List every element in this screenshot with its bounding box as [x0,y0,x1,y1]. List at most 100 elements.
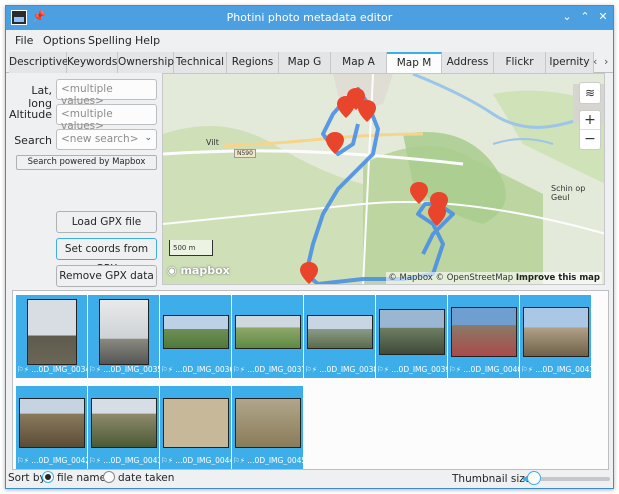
close-icon[interactable]: ✕ [595,9,611,25]
thumbnail-photo [306,298,373,365]
thumbnail-caption: ⚐⚡ ...0D_IMG_0035 [89,365,159,374]
load-gpx-button[interactable]: Load GPX file [56,211,157,233]
tab-technical[interactable]: Technical [174,52,227,73]
thumbnail-caption: ⚐⚡ ...0D_IMG_0039 [377,365,447,374]
altitude-input[interactable]: <multiple values> [56,104,157,132]
tab-bar: Descriptive Keywords Ownership Technical… [6,51,613,74]
thumbnail-item[interactable]: ⚐⚡ ...0D_IMG_0039 [376,295,447,378]
flag-icon: ⚐⚡ [89,365,101,374]
thumbnail-photo [90,389,157,456]
chevron-down-icon[interactable]: ⌄ [144,133,152,143]
maximize-icon[interactable]: ⌃ [577,9,593,25]
thumbnail-caption: ⚐⚡ ...0D_IMG_0037 [233,365,303,374]
flag-icon: ⚐⚡ [89,456,101,465]
tab-scroll-right-icon[interactable]: › [604,55,608,68]
thumbnail-item[interactable]: ⚐⚡ ...0D_IMG_0038 [304,295,375,378]
thumbnail-area[interactable]: ⚐⚡ ...0D_IMG_0034 ⚐⚡ ...0D_IMG_0035 ⚐⚡ ...… [12,290,609,470]
menu-bar: File Options Spelling Help [6,30,613,51]
zoom-out-button[interactable]: − [580,130,600,149]
menu-options[interactable]: Options [43,34,85,47]
tab-ownership[interactable]: Ownership [118,52,174,73]
photo-image [522,306,589,357]
thumbnail-item[interactable]: ⚐⚡ ...0D_IMG_0040 [448,295,519,378]
thumbnail-item[interactable]: ⚐⚡ ...0D_IMG_0043 [88,386,159,469]
menu-file[interactable]: File [15,34,33,47]
thumbnail-photo [378,298,445,365]
thumbnail-item[interactable]: ⚐⚡ ...0D_IMG_0041 [520,295,591,378]
map-label-road: N590 [234,149,256,158]
flag-icon: ⚐⚡ [233,365,245,374]
map-attribution: © Mapbox © OpenStreetMap Improve this ma… [386,272,602,284]
sort-file-name-radio[interactable] [42,471,54,483]
thumbnail-item[interactable]: ⚐⚡ ...0D_IMG_0036 [160,295,231,378]
flag-icon: ⚐⚡ [377,365,389,374]
search-powered-button[interactable]: Search powered by Mapbox [16,155,157,170]
menu-spelling[interactable]: Spelling [88,34,132,47]
thumbnail-item[interactable]: ⚐⚡ ...0D_IMG_0037 [232,295,303,378]
sort-by-label: Sort by [8,472,46,484]
flag-icon: ⚐⚡ [521,365,533,374]
search-input[interactable]: <new search> [61,133,139,145]
sort-file-name-label[interactable]: file name [57,472,106,484]
thumbnail-caption: ⚐⚡ ...0D_IMG_0040 [449,365,519,374]
map-scale: 500 m [169,240,213,256]
tab-regions[interactable]: Regions [227,52,279,73]
photo-image [306,314,373,349]
sort-date-taken-label[interactable]: date taken [118,472,174,484]
set-coords-gpx-button[interactable]: Set coords from GPX [56,238,157,275]
thumbnail-filename: ...0D_IMG_0043 [103,456,159,465]
slider-handle[interactable] [527,471,542,485]
remove-gpx-button[interactable]: Remove GPX data [56,265,157,287]
thumbnail-filename: ...0D_IMG_0034 [31,365,87,374]
thumbnail-caption: ⚐⚡ ...0D_IMG_0044 [161,456,231,465]
minimize-icon[interactable]: ⌄ [559,9,575,25]
thumbnail-filename: ...0D_IMG_0041 [535,365,591,374]
thumbnail-caption: ⚐⚡ ...0D_IMG_0036 [161,365,231,374]
flag-icon: ⚐⚡ [233,456,245,465]
menu-help[interactable]: Help [135,34,160,47]
latlong-input[interactable]: <multiple values> [56,79,157,107]
flag-icon: ⚐⚡ [161,456,173,465]
flag-icon: ⚐⚡ [17,456,29,465]
main-window: 📌 Photini photo metadata editor ⌄ ⌃ ✕ Fi… [5,5,614,489]
thumbnail-photo [162,298,229,365]
thumbnail-item[interactable]: ⚐⚡ ...0D_IMG_0035 [88,295,159,378]
tab-ipernity[interactable]: Ipernity [546,52,594,73]
thumbnail-item[interactable]: ⚐⚡ ...0D_IMG_0034 [16,295,87,378]
thumbnail-photo [162,389,229,456]
map-view[interactable]: Vilt N590 Schin op Geul ≋ + − 500 m ◉ ma… [162,73,605,285]
tab-address[interactable]: Address [442,52,494,73]
tab-keywords[interactable]: Keywords [67,52,118,73]
sort-date-taken-radio[interactable] [103,471,115,483]
location-panel: Lat, long <multiple values> Altitude <mu… [9,73,162,289]
tab-descriptive[interactable]: Descriptive [9,52,68,73]
flag-icon: ⚐⚡ [161,365,173,374]
search-combo[interactable]: <new search> ⌄ [56,129,157,150]
thumbnail-photo [90,298,157,365]
tab-scroll-left-icon[interactable]: ‹ [593,55,597,68]
improve-map-link[interactable]: Improve this map [516,273,600,283]
thumbnail-filename: ...0D_IMG_0037 [247,365,303,374]
thumbnail-photo [234,298,301,365]
thumbnail-filename: ...0D_IMG_0042 [31,456,87,465]
tab-map-m[interactable]: Map M [387,52,442,74]
photo-image [162,314,229,349]
thumbnail-photo [522,298,589,365]
zoom-in-button[interactable]: + [580,111,600,130]
thumbnail-caption: ⚐⚡ ...0D_IMG_0034 [17,365,87,374]
thumbnail-item[interactable]: ⚐⚡ ...0D_IMG_0044 [160,386,231,469]
window-title: Photini photo metadata editor [226,11,393,24]
tab-flickr[interactable]: Flickr [494,52,546,73]
photo-image [378,308,445,355]
thumbnail-filename: ...0D_IMG_0040 [463,365,519,374]
title-bar[interactable]: 📌 Photini photo metadata editor ⌄ ⌃ ✕ [6,6,613,30]
photo-image [26,298,77,365]
thumbnail-item[interactable]: ⚐⚡ ...0D_IMG_0045 [232,386,303,469]
latlong-label: Lat, long [28,84,52,110]
layers-icon[interactable]: ≋ [579,82,601,104]
mapbox-logo: ◉ mapbox [167,264,230,277]
tab-map-a[interactable]: Map A [331,52,387,73]
thumbnail-item[interactable]: ⚐⚡ ...0D_IMG_0042 [16,386,87,469]
tab-map-g[interactable]: Map G [279,52,331,73]
search-label: Search [14,134,52,147]
